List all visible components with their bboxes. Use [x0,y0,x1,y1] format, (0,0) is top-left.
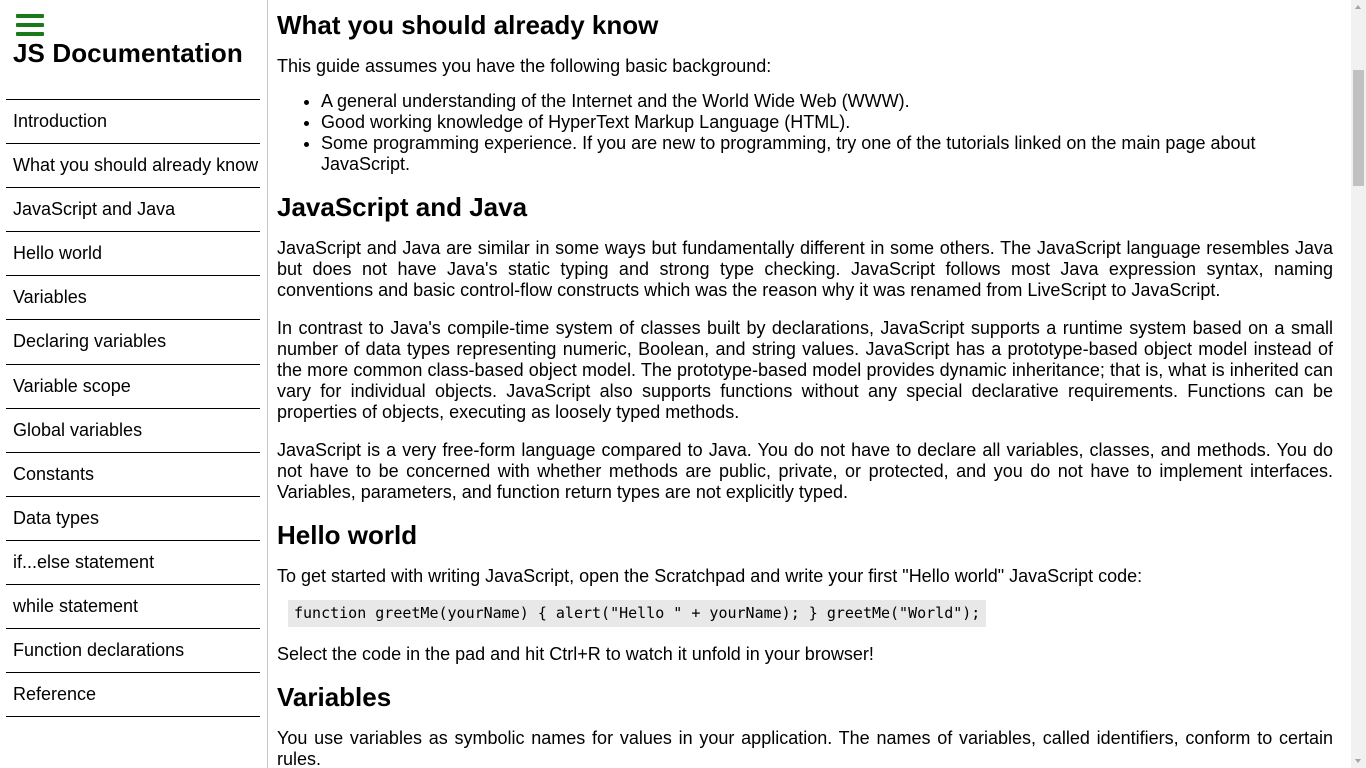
nav-item: Function declarations [6,629,260,674]
nav-link-reference[interactable]: Reference [6,673,260,718]
menu-bar [16,14,44,18]
nav-item: Introduction [6,100,260,145]
nav-link-while-statement[interactable]: while statement [6,585,260,630]
code-block: function greetMe(yourName) { alert("Hell… [288,600,987,627]
nav-item: JavaScript and Java [6,188,260,233]
list-item: A general understanding of the Internet … [321,91,1333,112]
nav-item: Declaring variables [6,320,260,365]
nav-link-function-declarations[interactable]: Function declarations [6,629,260,674]
nav-link-variables[interactable]: Variables [6,276,260,321]
nav-link-hello-world[interactable]: Hello world [6,232,260,277]
nav-link-variable-scope[interactable]: Variable scope [6,365,260,409]
list-item: Some programming experience. If you are … [321,133,1333,175]
vertical-scrollbar[interactable] [1351,0,1366,768]
nav-item: Hello world [6,232,260,277]
content-inner: What you should already know This guide … [277,10,1333,768]
section-heading: What you should already know [277,10,659,40]
menu-bar [16,23,44,27]
nav-item: Global variables [6,409,260,453]
section-heading: Variables [277,682,392,712]
section-paragraph: This guide assumes you have the followin… [277,56,772,76]
navbar: JS Documentation Introduction What you s… [0,0,268,768]
nav-link-global-variables[interactable]: Global variables [6,409,260,453]
section-hello-world: Hello world To get started with writing … [277,520,1333,665]
section-paragraph: To get started with writing JavaScript, … [277,566,1143,586]
nav-link-if-else-statement[interactable]: if...else statement [6,541,260,586]
section-paragraph: Select the code in the pad and hit Ctrl+… [277,644,874,664]
section-heading: JavaScript and Java [277,192,528,222]
section-what-you-should-already-know: What you should already know This guide … [277,10,1333,175]
menu-bar [16,32,44,36]
scroll-down-arrow-icon[interactable] [1351,753,1366,768]
nav-link-introduction[interactable]: Introduction [6,100,260,145]
nav-link-data-types[interactable]: Data types [6,497,260,541]
section-paragraph: JavaScript and Java are similar in some … [277,238,1333,300]
nav-item: What you should already know [6,144,260,189]
scrollbar-thumb[interactable] [1353,70,1364,186]
nav-item: while statement [6,585,260,630]
list-item: Good working knowledge of HyperText Mark… [321,112,1333,133]
bullet-list: A general understanding of the Internet … [321,91,1333,175]
scroll-up-arrow-icon[interactable] [1351,0,1366,15]
nav-item: Variable scope [6,365,260,409]
section-paragraph: JavaScript is a very free-form language … [277,440,1333,502]
nav-item: if...else statement [6,541,260,586]
nav-item: Variables [6,276,260,321]
nav-link-declaring-variables[interactable]: Declaring variables [6,320,260,365]
section-variables: Variables You use variables as symbolic … [277,682,1333,768]
section-paragraph: In contrast to Java's compile-time syste… [277,318,1333,422]
main-doc: What you should already know This guide … [277,0,1333,768]
nav-link-constants[interactable]: Constants [6,453,260,497]
section-javascript-and-java: JavaScript and Java JavaScript and Java … [277,192,1333,503]
nav-link-what-you-should-already-know[interactable]: What you should already know [6,144,260,189]
nav-item: Constants [6,453,260,497]
nav-link-javascript-and-java[interactable]: JavaScript and Java [6,188,260,233]
nav-title: JS Documentation [13,38,243,68]
section-paragraph: You use variables as symbolic names for … [277,728,1333,768]
nav-item: Data types [6,497,260,541]
hamburger-menu-icon[interactable] [16,14,44,36]
nav-list: Introduction What you should already kno… [6,99,260,718]
nav-item: Reference [6,673,260,718]
section-heading: Hello world [277,520,418,550]
